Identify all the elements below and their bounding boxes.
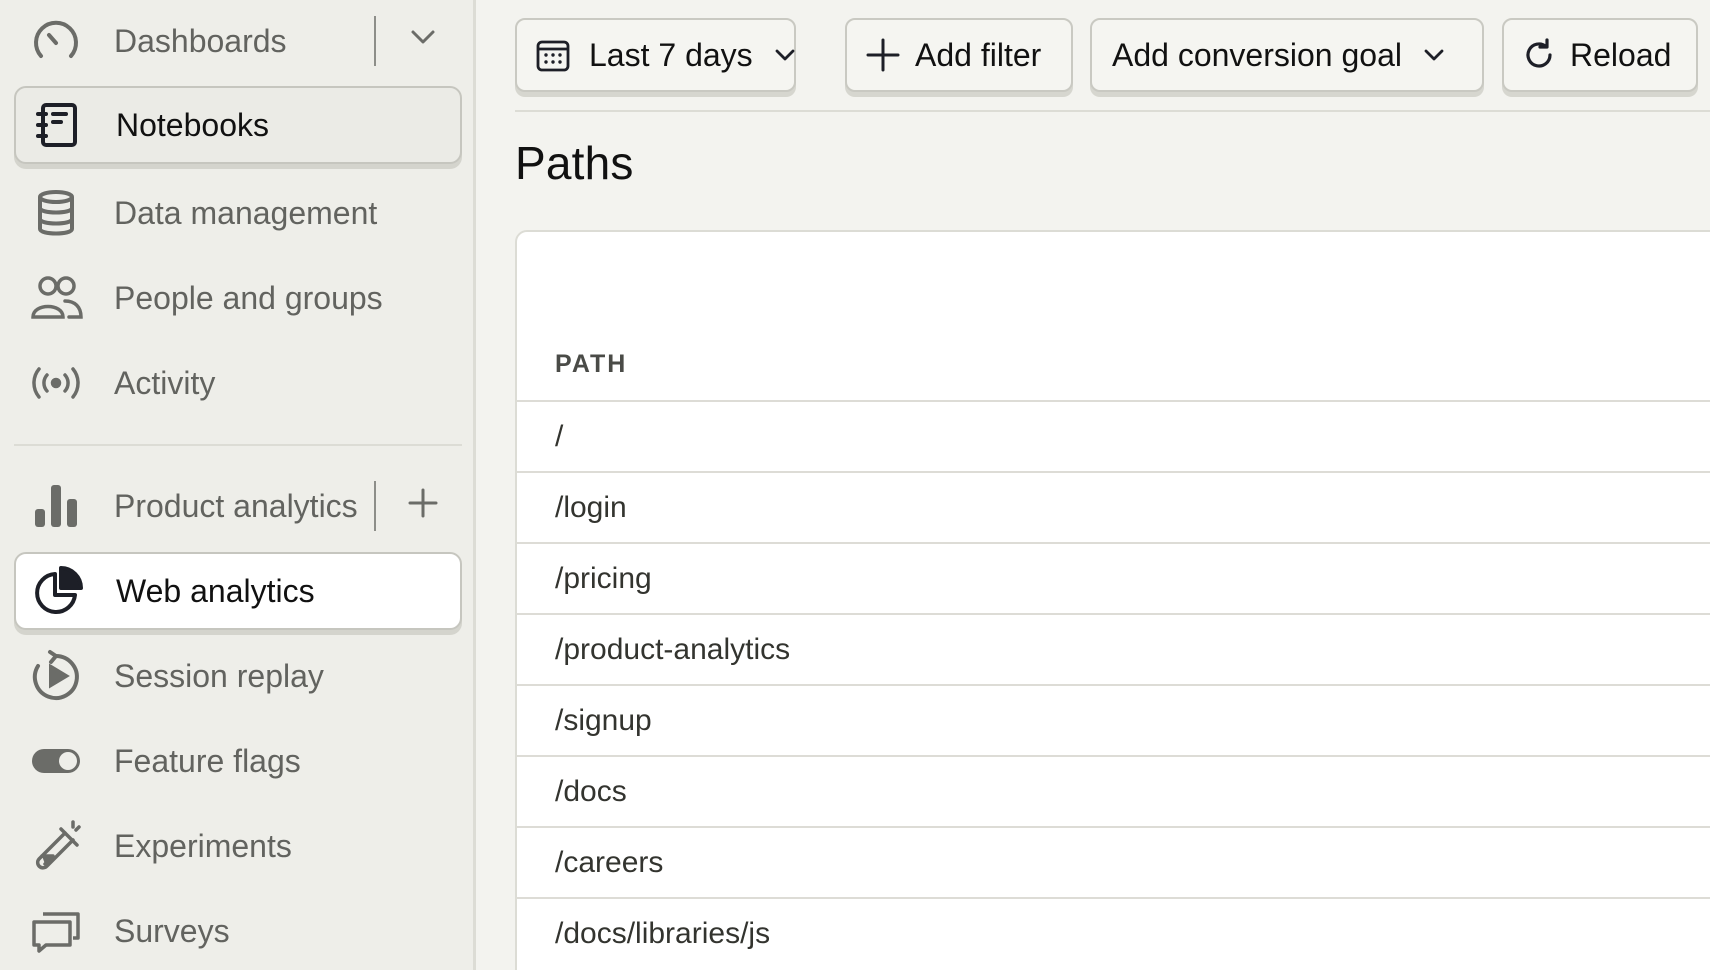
- sidebar-item-label: Experiments: [114, 827, 292, 864]
- table-row[interactable]: /docs/libraries/js: [517, 897, 1710, 968]
- notebook-icon: [30, 97, 86, 153]
- chat-bubbles-icon: [28, 903, 84, 959]
- sidebar-item-label: Web analytics: [116, 572, 315, 609]
- people-icon: [28, 270, 84, 326]
- table-row[interactable]: /careers: [517, 826, 1710, 897]
- sidebar-item-feature-flags[interactable]: Feature flags: [14, 722, 462, 800]
- path-cell: /docs/libraries/js: [555, 916, 771, 950]
- calendar-icon: [535, 37, 571, 73]
- path-cell: /login: [555, 490, 627, 524]
- flask-icon: [28, 818, 84, 874]
- sidebar-item-surveys[interactable]: Surveys: [14, 892, 462, 970]
- app-window: Dashboards Notebooks Data management Peo…: [0, 0, 1710, 970]
- sidebar-item-activity[interactable]: Activity: [14, 344, 462, 422]
- table-row[interactable]: /docs: [517, 755, 1710, 826]
- plus-icon: [865, 37, 901, 73]
- sidebar-divider: [14, 444, 462, 446]
- main-content: Last 7 days Add filter Add conversion go…: [479, 0, 1710, 970]
- chevron-down-icon: [1422, 43, 1446, 67]
- dashboards-separator: [374, 16, 376, 66]
- table-row[interactable]: /login: [517, 471, 1710, 542]
- path-cell: /pricing: [555, 561, 652, 595]
- chevron-down-icon: [773, 43, 797, 67]
- date-range-button[interactable]: Last 7 days: [515, 18, 796, 92]
- dashboards-expand-button[interactable]: [396, 12, 450, 66]
- page-title: Paths: [515, 137, 634, 189]
- sidebar-item-product-analytics[interactable]: Product analytics: [14, 467, 462, 545]
- sidebar-item-label: People and groups: [114, 279, 383, 316]
- table-row[interactable]: /product-analytics: [517, 613, 1710, 684]
- path-cell: /signup: [555, 703, 652, 737]
- sidebar-item-label: Product analytics: [114, 487, 358, 524]
- reload-icon: [1522, 38, 1556, 72]
- sidebar-item-label: Dashboards: [114, 22, 287, 59]
- date-range-label: Last 7 days: [589, 36, 753, 73]
- table-row[interactable]: /signup: [517, 684, 1710, 755]
- sidebar-item-session-replay[interactable]: Session replay: [14, 637, 462, 715]
- sidebar-item-label: Data management: [114, 194, 378, 231]
- bar-chart-icon: [28, 478, 84, 534]
- sidebar-item-data-management[interactable]: Data management: [14, 174, 462, 252]
- sidebar-item-label: Notebooks: [116, 106, 269, 143]
- add-conversion-goal-button[interactable]: Add conversion goal: [1090, 18, 1484, 92]
- conversion-goal-label: Add conversion goal: [1112, 36, 1402, 73]
- sidebar-item-web-analytics[interactable]: Web analytics: [14, 552, 462, 630]
- add-filter-label: Add filter: [915, 36, 1042, 73]
- path-cell: /careers: [555, 845, 664, 879]
- chevron-down-icon: [408, 22, 438, 57]
- column-header-path[interactable]: PATH: [555, 350, 627, 379]
- product-analytics-separator: [374, 481, 376, 531]
- database-icon: [28, 185, 84, 241]
- path-cell: /docs: [555, 774, 627, 808]
- path-cell: /product-analytics: [555, 632, 791, 666]
- path-cell: /: [555, 419, 564, 453]
- new-insight-button[interactable]: [396, 478, 450, 532]
- table-row[interactable]: /pricing: [517, 542, 1710, 613]
- replay-icon: [28, 648, 84, 704]
- gauge-icon: [28, 13, 84, 69]
- plus-icon: [407, 487, 439, 524]
- sidebar-item-label: Feature flags: [114, 742, 301, 779]
- paths-table-card: PATH / /login /pricing /product-analytic…: [515, 230, 1710, 970]
- sidebar-item-label: Session replay: [114, 657, 324, 694]
- sidebar-item-label: Activity: [114, 364, 216, 401]
- broadcast-icon: [28, 355, 84, 411]
- sidebar-item-label: Surveys: [114, 912, 230, 949]
- reload-label: Reload: [1570, 36, 1672, 73]
- add-filter-button[interactable]: Add filter: [845, 18, 1073, 92]
- toolbar-divider: [515, 110, 1710, 112]
- pie-chart-icon: [30, 563, 86, 619]
- toggle-icon: [28, 733, 84, 789]
- sidebar: Dashboards Notebooks Data management Peo…: [0, 0, 476, 970]
- sidebar-item-notebooks[interactable]: Notebooks: [14, 86, 462, 164]
- sidebar-item-experiments[interactable]: Experiments: [14, 807, 462, 885]
- table-row[interactable]: /: [517, 400, 1710, 471]
- reload-button[interactable]: Reload: [1502, 18, 1698, 92]
- sidebar-item-people-and-groups[interactable]: People and groups: [14, 259, 462, 337]
- sidebar-item-dashboards[interactable]: Dashboards: [14, 2, 462, 80]
